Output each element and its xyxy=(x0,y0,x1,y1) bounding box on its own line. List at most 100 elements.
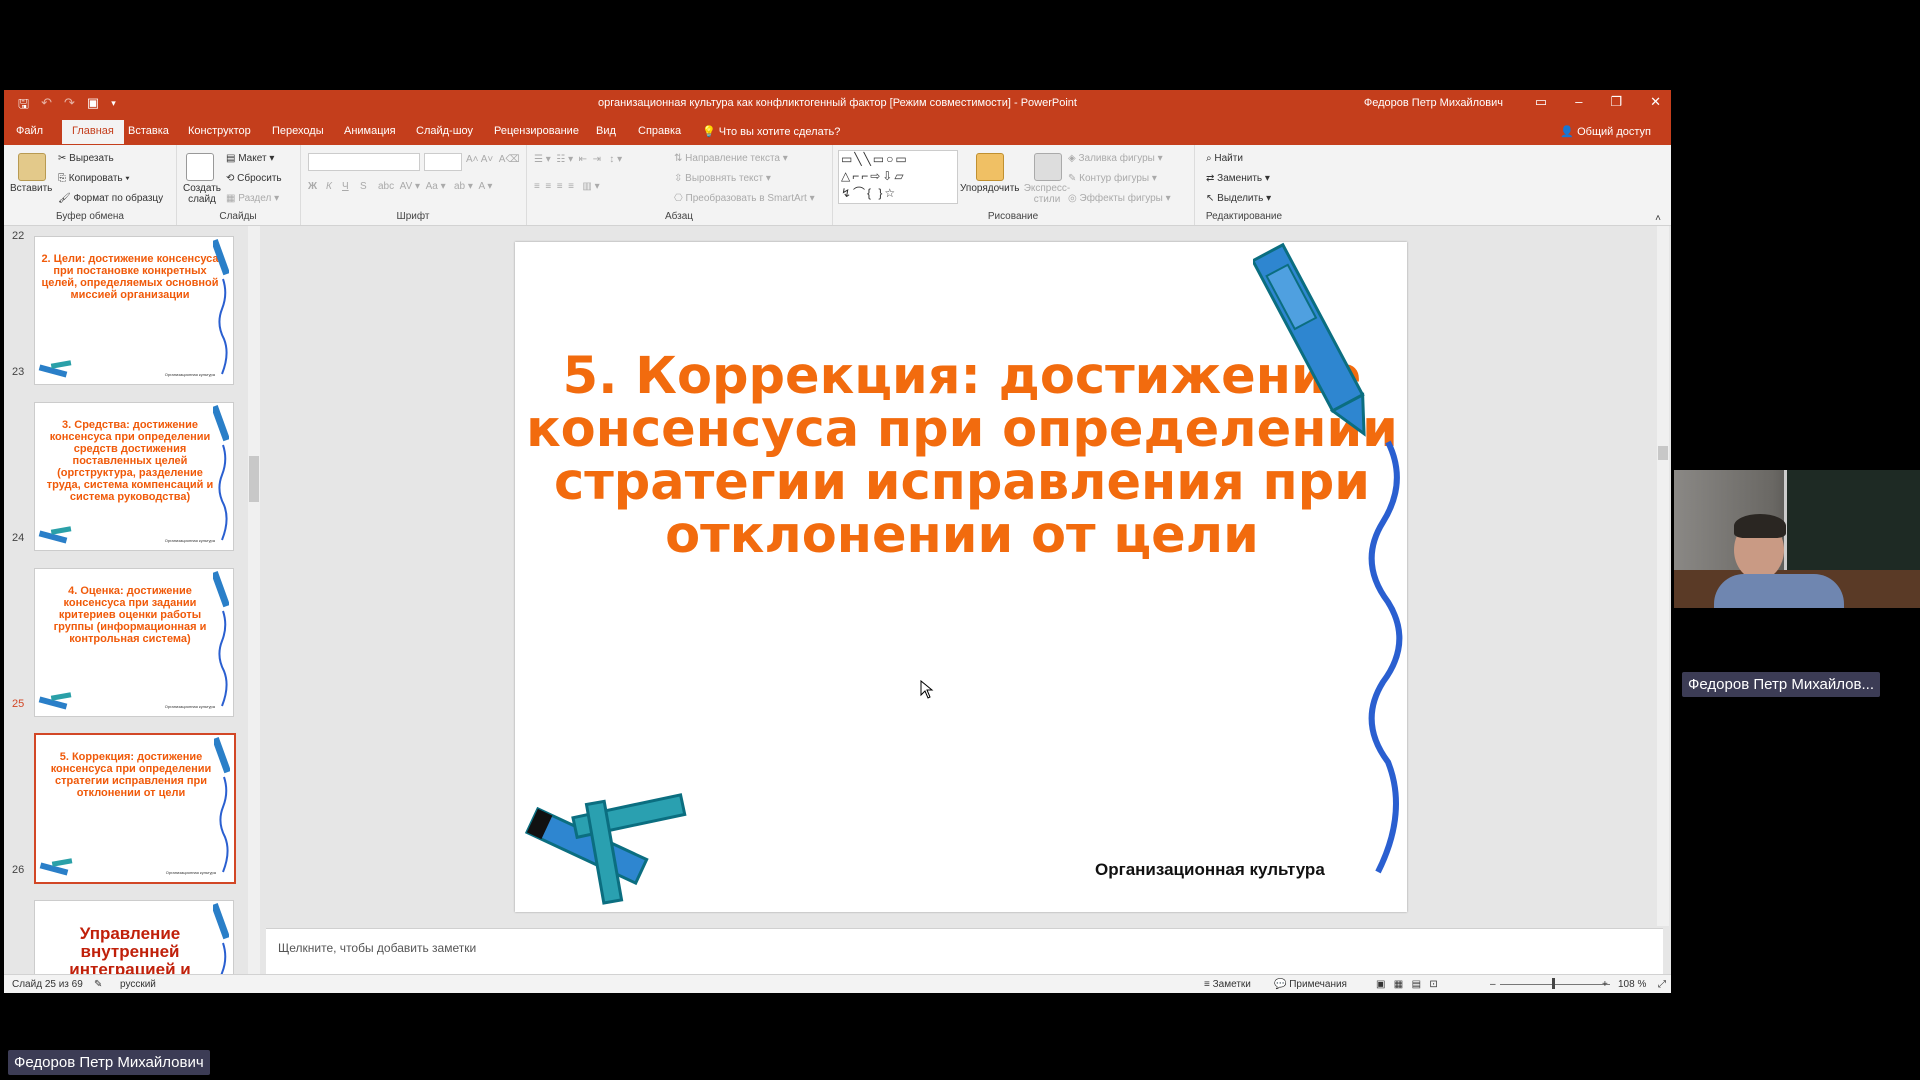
smartart-label: Преобразовать в SmartArt xyxy=(685,193,807,204)
drawing-group: ▭╲╲▭○▭ △⌐⌐⇨⇩▱ ↯⌒{ }☆ Упорядочить Экспресс-… xyxy=(832,145,1195,225)
section-label: Раздел xyxy=(238,193,272,204)
tab-animations[interactable]: Анимация xyxy=(344,125,396,137)
thumbnail-footer: Организационная культура xyxy=(164,704,215,709)
notes-toggle[interactable]: ≡ Заметки xyxy=(1204,979,1251,990)
select-label: Выделить xyxy=(1217,193,1264,204)
tab-help[interactable]: Справка xyxy=(638,125,681,137)
paste-icon[interactable] xyxy=(18,153,46,181)
zoom-level[interactable]: 108 % xyxy=(1618,979,1646,990)
notes-placeholder: Щелкните, чтобы добавить заметки xyxy=(278,941,477,955)
underline-button[interactable]: Ч xyxy=(342,181,349,192)
new-slide-icon[interactable] xyxy=(186,153,214,181)
align-text-button[interactable]: ⇳ Выровнять текст ▾ xyxy=(674,173,771,184)
copy-button[interactable]: ⎘ Копировать ▾ xyxy=(58,173,130,184)
thumbnail-title: 3. Средства: достижение консенсуса при о… xyxy=(46,419,214,503)
zoom-in-icon[interactable]: + xyxy=(1602,979,1608,990)
shape-fill-button[interactable]: ◈ Заливка фигуры ▾ xyxy=(1068,153,1163,164)
select-button[interactable]: ↖ Выделить ▾ xyxy=(1206,193,1271,204)
account-name[interactable]: Федоров Петр Михайлович xyxy=(1364,97,1503,109)
bold-button[interactable]: Ж xyxy=(308,181,317,192)
shapes-gallery[interactable]: ▭╲╲▭○▭ △⌐⌐⇨⇩▱ ↯⌒{ }☆ xyxy=(838,150,958,204)
notes-pane[interactable]: Щелкните, чтобы добавить заметки xyxy=(266,928,1663,974)
section-button[interactable]: ▦ Раздел ▾ xyxy=(226,193,279,204)
align-controls[interactable]: ≡ ≡ ≡ ≡ ▥ ▾ xyxy=(534,181,600,192)
person-icon: 👤 xyxy=(1560,126,1575,138)
reset-button[interactable]: ⟲ Сбросить xyxy=(226,173,282,184)
thumbnail-footer: Организационная культура xyxy=(164,372,215,377)
close-icon[interactable]: ✕ xyxy=(1650,94,1661,110)
fit-slide-icon[interactable]: ⤢ xyxy=(1658,979,1666,990)
replace-button[interactable]: ⇄ Заменить ▾ xyxy=(1206,173,1270,184)
italic-button[interactable]: К xyxy=(326,181,332,192)
spellcheck-icon[interactable]: ✎ xyxy=(94,979,102,990)
comments-toggle[interactable]: 💬 Примечания xyxy=(1274,979,1347,990)
tab-transitions[interactable]: Переходы xyxy=(272,125,324,137)
format-painter-button[interactable]: 🖌 Формат по образцу xyxy=(58,193,163,204)
list-controls[interactable]: ☰ ▾ ☷ ▾ ⇤ ⇥ ↕ ▾ xyxy=(534,154,622,165)
text-direction-button[interactable]: ⇅ Направление текста ▾ xyxy=(674,153,788,164)
font-format-controls[interactable]: abc AV ▾ Aa ▾ ab ▾ A ▾ xyxy=(378,181,492,192)
smartart-button[interactable]: ⎔ Преобразовать в SmartArt ▾ xyxy=(674,193,815,204)
font-name-box[interactable] xyxy=(308,153,420,171)
ribbon-display-icon[interactable]: ▭ xyxy=(1535,94,1547,110)
language-indicator[interactable]: русский xyxy=(120,979,156,990)
crayons-bundle-icon xyxy=(524,793,687,905)
thumbnail-title: 2. Цели: достижение консенсуса при поста… xyxy=(41,253,219,301)
font-size-controls[interactable]: A˄ A˅ A⌫ xyxy=(466,154,520,165)
font-size-box[interactable] xyxy=(424,153,462,171)
thumb-number: 24 xyxy=(12,532,25,544)
slide-thumbnail-25-selected[interactable]: 5. Коррекция: достижение консенсуса при … xyxy=(34,733,236,884)
slide-thumbnail-23[interactable]: 3. Средства: достижение консенсуса при о… xyxy=(34,402,234,551)
editing-group-label: Редактирование xyxy=(1205,211,1283,222)
canvas-scrollbar[interactable] xyxy=(1657,226,1669,926)
shadow-button[interactable]: S xyxy=(360,181,367,192)
collapse-ribbon-icon[interactable]: ˄ xyxy=(1655,213,1661,224)
arrange-icon[interactable] xyxy=(976,153,1004,181)
new-slide-button[interactable]: Создать слайд xyxy=(182,183,222,205)
blackboard xyxy=(1784,470,1920,570)
notes-toggle-label: Заметки xyxy=(1212,979,1251,990)
slide-thumbnail-22[interactable]: 2. Цели: достижение консенсуса при поста… xyxy=(34,236,234,385)
tell-me-box[interactable]: 💡 Что вы хотите сделать? xyxy=(702,125,840,138)
slide-thumbnail-24[interactable]: 4. Оценка: достижение консенсуса при зад… xyxy=(34,568,234,717)
reset-label: Сбросить xyxy=(237,173,282,184)
editing-group: ⌕ Найти ⇄ Заменить ▾ ↖ Выделить ▾ Редакт… xyxy=(1194,145,1294,225)
replace-label: Заменить xyxy=(1217,173,1263,184)
thumb-number: 22 xyxy=(12,230,25,242)
minimize-icon[interactable]: – xyxy=(1575,94,1582,110)
slide-footer[interactable]: Организационная культура xyxy=(1095,860,1325,880)
shape-effects-button[interactable]: ◎ Эффекты фигуры ▾ xyxy=(1068,193,1171,204)
quick-styles-icon[interactable] xyxy=(1034,153,1062,181)
tab-file[interactable]: Файл xyxy=(16,125,43,137)
shape-outline-label: Контур фигуры xyxy=(1079,173,1150,184)
quick-styles-button[interactable]: Экспресс-стили xyxy=(1022,183,1072,205)
tab-view[interactable]: Вид xyxy=(596,125,616,137)
view-buttons[interactable]: ▣ ▦ ▤ ⊡ xyxy=(1376,979,1438,990)
self-name-badge: Федоров Петр Михайлович xyxy=(8,1050,210,1075)
share-button[interactable]: 👤 Общий доступ xyxy=(1560,125,1651,138)
crayon-icon xyxy=(213,405,229,541)
zoom-out-icon[interactable]: – xyxy=(1490,979,1496,990)
tab-slideshow[interactable]: Слайд-шоу xyxy=(416,125,473,137)
current-slide[interactable]: 5. Коррекция: достижение консенсуса при … xyxy=(515,242,1407,912)
tab-review[interactable]: Рецензирование xyxy=(494,125,579,137)
zoom-slider[interactable] xyxy=(1500,984,1610,985)
tab-home[interactable]: Главная xyxy=(62,120,124,144)
tab-design[interactable]: Конструктор xyxy=(188,125,251,137)
find-button[interactable]: ⌕ Найти xyxy=(1206,153,1243,164)
zoom-slider-handle[interactable] xyxy=(1552,978,1555,989)
scrollbar-thumb[interactable] xyxy=(249,456,259,502)
ribbon: Вставить ✂ Вырезать ⎘ Копировать ▾ 🖌 Фор… xyxy=(4,145,1671,226)
paste-button[interactable]: Вставить xyxy=(10,183,52,194)
clipboard-group-label: Буфер обмена xyxy=(56,211,124,222)
restore-icon[interactable]: ❐ xyxy=(1610,94,1622,110)
layout-button[interactable]: ▤ Макет ▾ xyxy=(226,153,274,164)
shape-outline-button[interactable]: ✎ Контур фигуры ▾ xyxy=(1068,173,1157,184)
canvas-scrollbar-thumb[interactable] xyxy=(1658,446,1668,460)
slide-thumbnails-pane: 22 2. Цели: достижение консенсуса при по… xyxy=(4,226,264,993)
tab-insert[interactable]: Вставка xyxy=(128,125,169,137)
thumbnails-scrollbar[interactable] xyxy=(248,226,260,974)
arrange-button[interactable]: Упорядочить xyxy=(960,183,1020,194)
cut-button[interactable]: ✂ Вырезать xyxy=(58,153,114,164)
crayons-icon xyxy=(38,692,72,710)
